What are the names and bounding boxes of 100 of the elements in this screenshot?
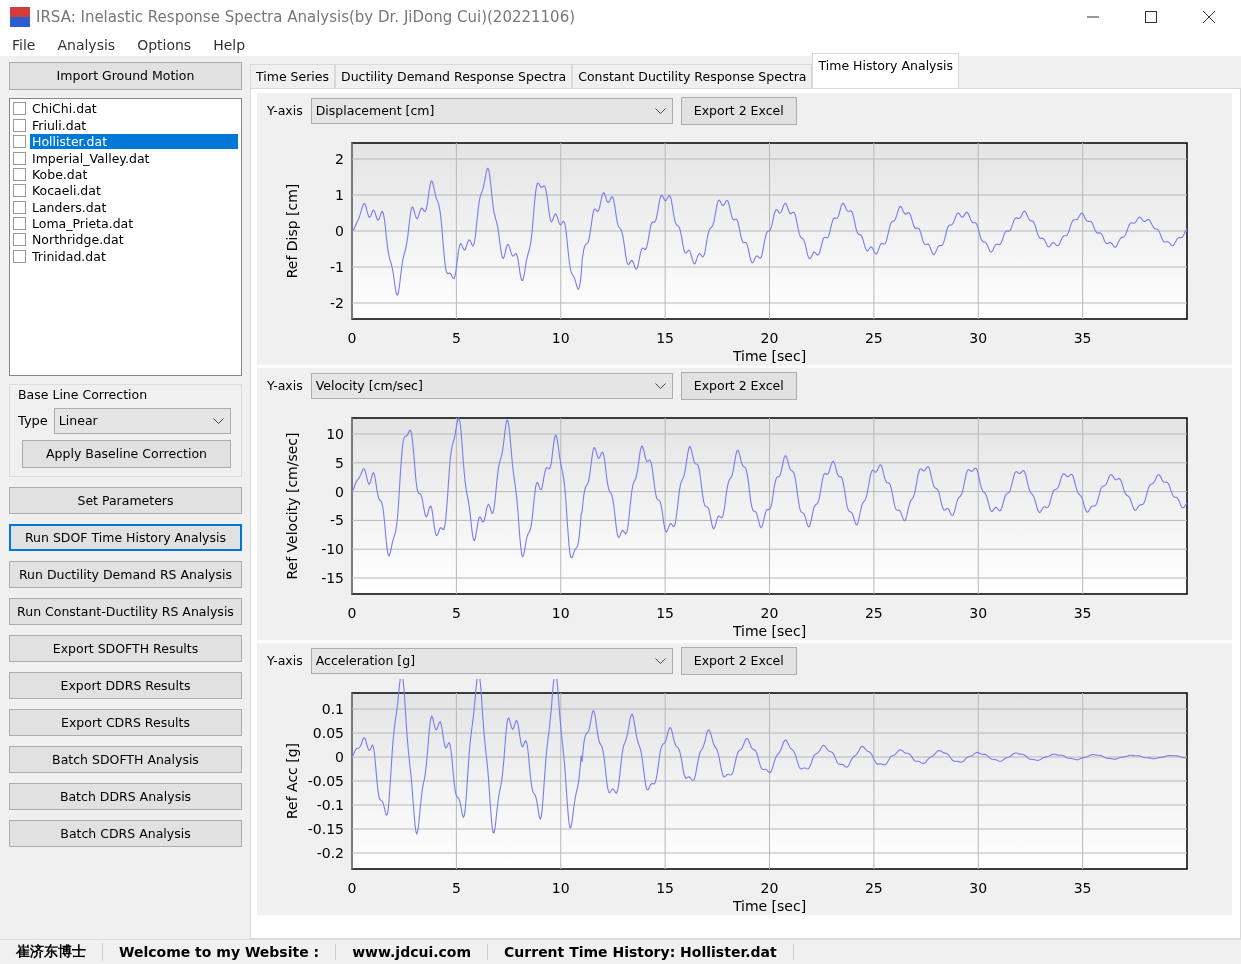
x-tick-label: 30 bbox=[969, 879, 988, 896]
x-axis-title: Time [sec] bbox=[732, 897, 807, 914]
ground-motion-item[interactable]: Friuli.dat bbox=[30, 117, 238, 133]
export-button[interactable]: Export 2 Excel bbox=[680, 96, 797, 125]
chevron-icon bbox=[654, 382, 666, 389]
action-button[interactable]: Set Parameters bbox=[9, 486, 242, 514]
action-button[interactable]: Batch SDOFTH Analysis bbox=[9, 745, 242, 773]
menu-item[interactable]: File bbox=[10, 37, 38, 54]
checkbox[interactable] bbox=[13, 102, 26, 116]
x-tick-label: 35 bbox=[1073, 879, 1092, 896]
ground-motion-item[interactable]: ChiChi.dat bbox=[30, 101, 238, 117]
yaxis-label: Y-axis bbox=[267, 103, 303, 119]
yaxis-label: Y-axis bbox=[267, 378, 303, 394]
y-tick-label: -0.05 bbox=[307, 772, 344, 789]
close-icon[interactable] bbox=[1203, 11, 1215, 24]
action-button[interactable]: Export CDRS Results bbox=[9, 708, 242, 736]
tab[interactable]: Ductility Demand Response Spectra bbox=[335, 63, 573, 88]
group-title: Base Line Correction bbox=[18, 386, 149, 402]
import-button[interactable]: Import Ground Motion bbox=[9, 61, 242, 90]
x-tick-label: 30 bbox=[969, 604, 988, 621]
checkbox[interactable] bbox=[13, 200, 26, 214]
y-axis-title: Ref Acc [g] bbox=[284, 742, 300, 819]
ground-motion-item[interactable]: Landers.dat bbox=[30, 199, 238, 215]
action-button[interactable]: Run SDOF Time History Analysis bbox=[9, 523, 242, 551]
y-tick-label: 10 bbox=[326, 425, 344, 442]
chevron-icon bbox=[654, 657, 666, 664]
y-tick-label: 2 bbox=[335, 150, 344, 167]
status-text: Welcome to my Website : bbox=[103, 943, 337, 960]
x-tick-label: 15 bbox=[656, 879, 675, 896]
ground-motion-item[interactable]: Kobe.dat bbox=[30, 166, 238, 182]
checkbox[interactable] bbox=[13, 151, 26, 165]
tab[interactable]: Constant Ductility Response Spectra bbox=[572, 63, 813, 88]
y-tick-label: 5 bbox=[335, 454, 344, 471]
checkbox[interactable] bbox=[13, 167, 26, 181]
x-tick-label: 20 bbox=[760, 329, 779, 346]
tab[interactable]: Time History Analysis bbox=[812, 52, 959, 88]
window-title: IRSA: Inelastic Response Spectra Analysis(by Dr. JiDong Cui)(20221106) bbox=[36, 8, 576, 27]
checkbox[interactable] bbox=[13, 233, 26, 247]
y-tick-label: 1 bbox=[335, 186, 344, 203]
checkbox[interactable] bbox=[13, 135, 26, 149]
action-button[interactable]: Batch CDRS Analysis bbox=[9, 819, 242, 847]
y-tick-label: -0.1 bbox=[316, 796, 344, 813]
type-dropdown[interactable]: Linear bbox=[53, 407, 231, 434]
checkbox[interactable] bbox=[13, 217, 26, 231]
x-tick-label: 15 bbox=[656, 604, 675, 621]
menu-item[interactable]: Analysis bbox=[55, 37, 118, 54]
y-axis-title: Ref Disp [cm] bbox=[284, 183, 300, 278]
y-tick-label: 0.1 bbox=[321, 700, 344, 717]
x-tick-label: 25 bbox=[864, 604, 883, 621]
export-button[interactable]: Export 2 Excel bbox=[680, 646, 797, 675]
ground-motion-item[interactable]: Loma_Prieta.dat bbox=[30, 216, 238, 232]
tab[interactable]: Time Series bbox=[250, 63, 335, 88]
x-tick-label: 20 bbox=[760, 879, 779, 896]
x-tick-label: 10 bbox=[551, 604, 570, 621]
yaxis-dropdown[interactable]: Acceleration [g] bbox=[310, 647, 673, 674]
x-tick-label: 0 bbox=[347, 604, 357, 621]
x-tick-label: 5 bbox=[451, 604, 461, 621]
y-tick-label: -5 bbox=[330, 512, 344, 529]
ground-motion-item[interactable]: Kocaeli.dat bbox=[30, 183, 238, 199]
x-tick-label: 5 bbox=[451, 879, 461, 896]
ground-motion-item[interactable]: Imperial_Valley.dat bbox=[30, 150, 238, 166]
ground-motion-item[interactable]: Hollister.dat bbox=[30, 134, 238, 150]
y-tick-label: -0.2 bbox=[316, 844, 344, 861]
action-button[interactable]: Export SDOFTH Results bbox=[9, 634, 242, 662]
x-tick-label: 5 bbox=[451, 329, 461, 346]
checkbox[interactable] bbox=[13, 249, 26, 263]
action-button[interactable]: Run Constant-Ductility RS Analysis bbox=[9, 597, 242, 625]
chevron-icon bbox=[213, 417, 224, 424]
x-tick-label: 25 bbox=[864, 329, 883, 346]
x-tick-label: 35 bbox=[1073, 604, 1092, 621]
y-tick-label: -1 bbox=[330, 258, 344, 275]
action-button[interactable]: Export DDRS Results bbox=[9, 671, 242, 699]
y-tick-label: -15 bbox=[321, 569, 344, 586]
apply-baseline-button[interactable]: Apply Baseline Correction bbox=[22, 439, 231, 468]
y-tick-label: 0 bbox=[335, 748, 344, 765]
x-axis-title: Time [sec] bbox=[732, 347, 807, 364]
status-text: 崔济东博士 bbox=[0, 942, 103, 961]
x-axis-title: Time [sec] bbox=[732, 622, 807, 639]
yaxis-dropdown[interactable]: Displacement [cm] bbox=[310, 97, 673, 124]
export-button[interactable]: Export 2 Excel bbox=[680, 371, 797, 400]
maximize-icon[interactable] bbox=[1145, 11, 1157, 24]
ground-motion-item[interactable]: Trinidad.dat bbox=[30, 248, 238, 264]
yaxis-label: Y-axis bbox=[267, 653, 303, 669]
yaxis-dropdown[interactable]: Velocity [cm/sec] bbox=[310, 372, 673, 399]
app-logo-icon bbox=[10, 7, 30, 28]
checkbox[interactable] bbox=[13, 184, 26, 198]
action-button[interactable]: Batch DDRS Analysis bbox=[9, 782, 242, 810]
x-tick-label: 0 bbox=[347, 879, 357, 896]
action-button[interactable]: Run Ductility Demand RS Analysis bbox=[9, 560, 242, 588]
y-axis-title: Ref Velocity [cm/sec] bbox=[284, 432, 300, 580]
x-tick-label: 15 bbox=[656, 329, 675, 346]
type-label: Type bbox=[18, 413, 48, 429]
menu-item[interactable]: Help bbox=[211, 37, 248, 54]
ground-motion-item[interactable]: Northridge.dat bbox=[30, 232, 238, 248]
x-tick-label: 10 bbox=[551, 879, 570, 896]
status-text: www.jdcui.com bbox=[336, 943, 489, 960]
checkbox[interactable] bbox=[13, 118, 26, 132]
menu-item[interactable]: Options bbox=[135, 37, 194, 54]
x-tick-label: 30 bbox=[969, 329, 988, 346]
y-tick-label: 0 bbox=[335, 483, 344, 500]
